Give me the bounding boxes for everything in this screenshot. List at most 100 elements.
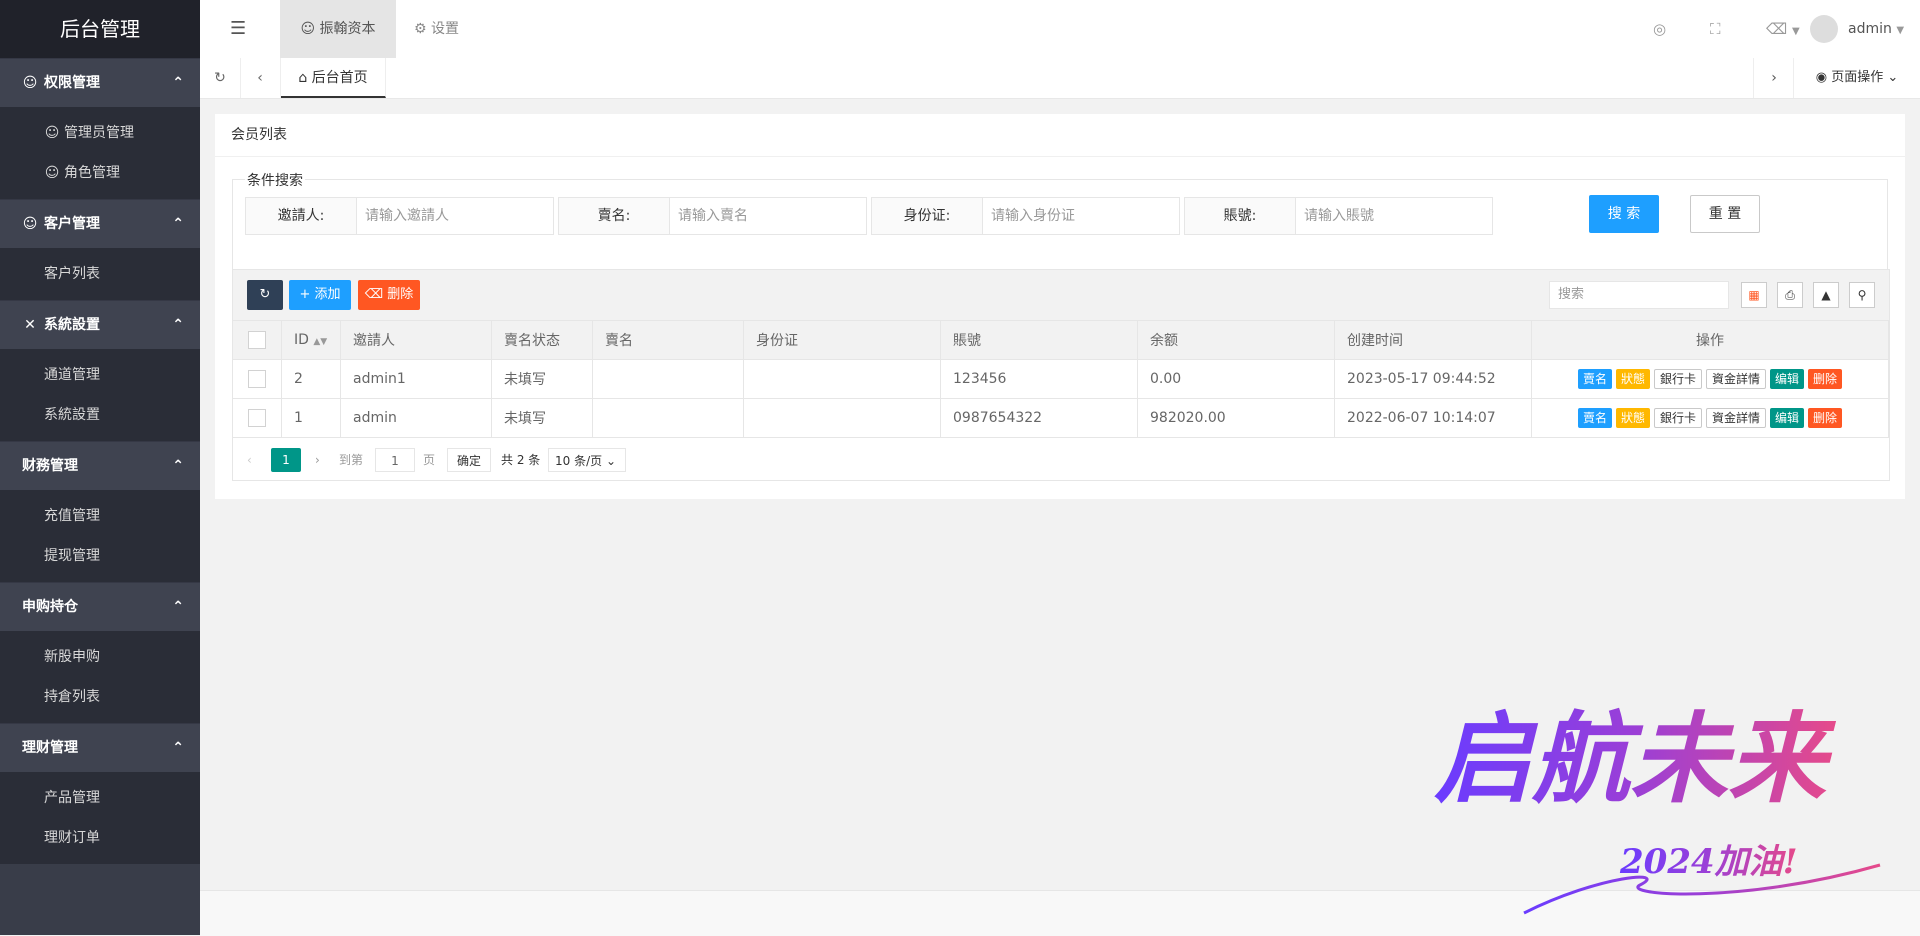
header-checkbox-cell [233, 321, 282, 360]
header-tab-zhenhan[interactable]: ☺ 振翰资本 [280, 0, 396, 58]
realname-button[interactable]: 賣名 [1577, 408, 1612, 428]
next-page-icon[interactable]: › [315, 448, 320, 472]
page-ops-label: 页面操作 [1831, 70, 1884, 85]
row-delete-button[interactable]: 删除 [1808, 369, 1843, 389]
chevron-right-icon[interactable]: › [1753, 58, 1794, 98]
sidebar-item-label: 持倉列表 [44, 689, 100, 705]
row-checkbox[interactable] [248, 409, 266, 427]
table-wrapper: ↻ + 添加 ⌫ 删除 搜索 ▦ ⎙ ▲ ⚲ ID ▲▼ 邀請人 賣名状态 賣名… [232, 269, 1890, 481]
header-id[interactable]: ID ▲▼ [281, 321, 341, 360]
delete-button[interactable]: ⌫ 删除 [358, 280, 420, 310]
menu-group-title-customer[interactable]: ☺ 客户管理 ⌃ [0, 199, 200, 248]
menu-group-title-permission[interactable]: ☺ 权限管理 ⌃ [0, 58, 200, 107]
add-button[interactable]: + 添加 [289, 280, 351, 310]
table-header-row: ID ▲▼ 邀請人 賣名状态 賣名 身份证 賬號 余额 创建时间 操作 [233, 321, 1889, 360]
cell-created: 2023-05-17 09:44:52 [1334, 359, 1532, 399]
watermark-logo: 启航未来 2024加油! [1434, 702, 1881, 915]
reset-button[interactable]: 重 置 [1690, 195, 1760, 233]
sidebar-item-wealth-orders[interactable]: 理财订单 [0, 818, 200, 858]
sidebar-item-positions[interactable]: 持倉列表 [0, 677, 200, 717]
sidebar-item-ipo[interactable]: 新股申购 [0, 637, 200, 677]
caret-down-icon: ▼ [1792, 26, 1800, 37]
app-logo[interactable]: 后台管理 [0, 0, 200, 58]
bankcard-button[interactable]: 銀行卡 [1653, 369, 1702, 389]
header-tab-settings[interactable]: ⚙ 设置 [414, 0, 459, 58]
page-confirm-button[interactable]: 确定 [447, 448, 491, 472]
tab-home[interactable]: ⌂ 后台首页 [281, 58, 386, 98]
cell-name [592, 398, 744, 438]
menu-group-finance: 财務管理 ⌃ 充值管理 提现管理 [0, 441, 200, 582]
sidebar-item-label: 客户列表 [44, 266, 100, 282]
menu-group-permission: ☺ 权限管理 ⌃ ☺ 管理员管理 ☺ 角色管理 [0, 58, 200, 199]
table-search-input[interactable]: 搜索 [1549, 281, 1729, 309]
header-inviter: 邀請人 [340, 321, 492, 360]
sidebar-item-products[interactable]: 产品管理 [0, 778, 200, 818]
search-button[interactable]: 搜 索 [1589, 195, 1659, 233]
add-label: 添加 [314, 287, 341, 302]
menu-sub: 通道管理 系統設置 [0, 349, 200, 441]
inviter-input[interactable]: 请输入邀請人 [355, 197, 554, 235]
chevron-left-icon[interactable]: ‹ [240, 58, 281, 98]
menu-group-title-system[interactable]: ✕ 系統設置 ⌃ [0, 300, 200, 349]
globe-icon[interactable]: ◎ [1653, 0, 1666, 58]
cell-inviter: admin1 [340, 359, 492, 399]
refresh-icon: ↻ [259, 287, 271, 302]
edit-button[interactable]: 编辑 [1770, 408, 1805, 428]
export-icon[interactable]: ▲ [1813, 282, 1839, 308]
status-button[interactable]: 狀態 [1615, 408, 1650, 428]
edit-button[interactable]: 编辑 [1770, 369, 1805, 389]
menu-group-title-wealth[interactable]: 理财管理 ⌃ [0, 723, 200, 772]
bankcard-button[interactable]: 銀行卡 [1653, 408, 1702, 428]
sidebar-item-customer-list[interactable]: 客户列表 [0, 254, 200, 294]
status-button[interactable]: 狀態 [1615, 369, 1650, 389]
trash-dropdown[interactable]: ⌫ ▼ [1766, 0, 1800, 58]
radio-dot-icon: ◉ [1815, 70, 1828, 85]
cell-balance: 982020.00 [1137, 398, 1335, 438]
watermark-sub-text: 2024加油! [1619, 842, 1798, 882]
sidebar-item-channel[interactable]: 通道管理 [0, 355, 200, 395]
chevron-up-icon: ⌃ [172, 75, 184, 91]
tab-home-label: 后台首页 [311, 70, 368, 86]
funds-detail-button[interactable]: 資金詳情 [1706, 369, 1767, 389]
header-account: 賬號 [940, 321, 1138, 360]
select-all-checkbox[interactable] [248, 331, 266, 349]
page-number-input[interactable]: 1 [375, 448, 415, 472]
field-label: 賣名: [558, 197, 670, 235]
home-icon: ⌂ [298, 70, 308, 86]
account-input[interactable]: 请输入賬號 [1294, 197, 1493, 235]
sidebar-item-admin-manage[interactable]: ☺ 管理员管理 [0, 113, 200, 153]
page-current[interactable]: 1 [271, 448, 301, 472]
funds-detail-button[interactable]: 資金詳情 [1706, 408, 1767, 428]
sidebar-item-withdraw[interactable]: 提现管理 [0, 536, 200, 576]
page-ops-dropdown[interactable]: ◉ 页面操作 ⌄ [1793, 58, 1920, 98]
chevron-up-icon: ⌃ [172, 317, 184, 333]
user-menu[interactable]: admin ▼ [1810, 0, 1920, 58]
menu-group-title-subscription[interactable]: 申购持仓 ⌃ [0, 582, 200, 631]
table-toolbar: ↻ + 添加 ⌫ 删除 搜索 ▦ ⎙ ▲ ⚲ [233, 270, 1889, 321]
prev-page-icon[interactable]: ‹ [247, 448, 252, 472]
columns-icon[interactable]: ▦ [1741, 282, 1767, 308]
field-label: 身份证: [871, 197, 983, 235]
name-input[interactable]: 请输入賣名 [668, 197, 867, 235]
header-idcard: 身份证 [743, 321, 941, 360]
realname-button[interactable]: 賣名 [1577, 369, 1612, 389]
page-size-select[interactable]: 10 条/页 ⌄ [548, 448, 626, 472]
row-delete-button[interactable]: 删除 [1808, 408, 1843, 428]
table-refresh-button[interactable]: ↻ [247, 280, 283, 310]
search-icon[interactable]: ⚲ [1849, 282, 1875, 308]
idcard-input[interactable]: 请输入身份证 [981, 197, 1180, 235]
sidebar-item-system-settings[interactable]: 系統設置 [0, 395, 200, 435]
print-icon[interactable]: ⎙ [1777, 282, 1803, 308]
menu-group-title-finance[interactable]: 财務管理 ⌃ [0, 441, 200, 490]
fullscreen-icon[interactable]: ⛶ [1710, 0, 1721, 58]
row-checkbox-cell [233, 359, 282, 399]
menu-toggle-icon[interactable]: ☰ [230, 0, 246, 58]
sidebar-item-label: 理财订单 [44, 830, 100, 846]
row-checkbox[interactable] [248, 370, 266, 388]
tabs-bar: ↻ ‹ ⌂ 后台首页 › ◉ 页面操作 ⌄ [200, 58, 1920, 99]
chevron-up-icon: ⌃ [172, 458, 184, 474]
sidebar-item-role-manage[interactable]: ☺ 角色管理 [0, 153, 200, 193]
sidebar-item-recharge[interactable]: 充值管理 [0, 496, 200, 536]
menu-group-system: ✕ 系統設置 ⌃ 通道管理 系統設置 [0, 300, 200, 441]
refresh-icon[interactable]: ↻ [200, 58, 241, 98]
